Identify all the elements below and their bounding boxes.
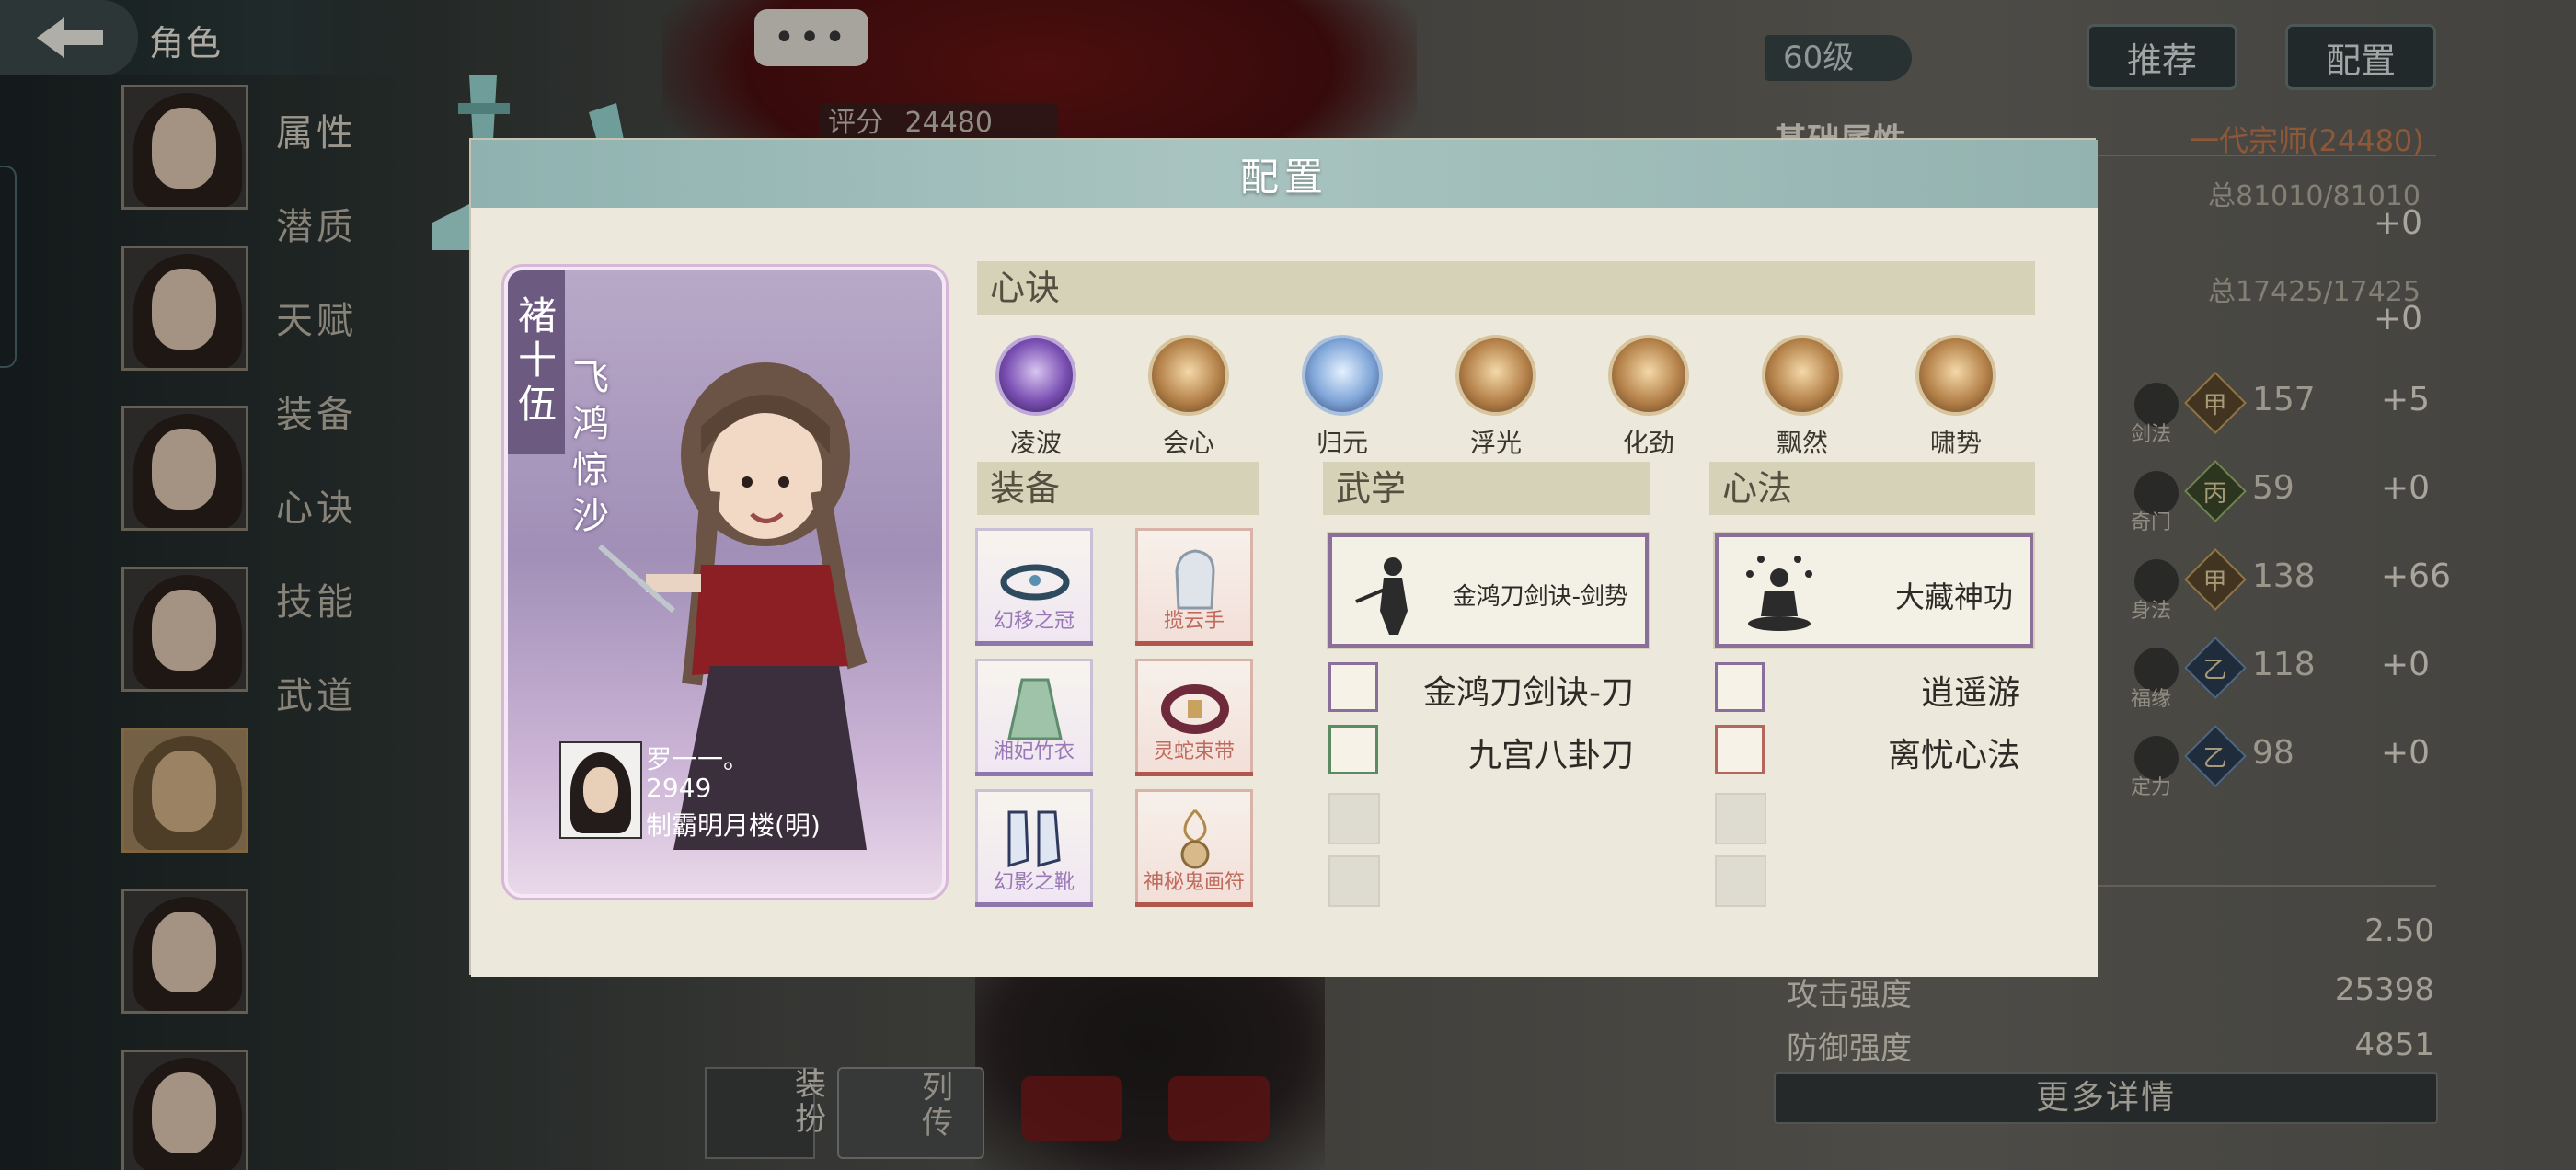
owner-avatar[interactable] <box>559 741 642 839</box>
glove-icon <box>1175 549 1215 610</box>
swordsman-icon <box>1355 557 1408 635</box>
character-card: 褚十伍 飞鸿惊沙 罗一一。 2949 制霸明月楼(明) <box>504 267 946 898</box>
xinfa-sub-name: 逍遥游 <box>1920 674 2020 712</box>
equipment-name: 湘妃竹衣 <box>993 740 1075 763</box>
xinfa-main-skill[interactable]: 大藏神功 <box>1713 532 2035 649</box>
huixin-icon <box>1148 335 1229 416</box>
empty-skill-slot[interactable] <box>1328 793 1380 844</box>
xinfa-sub-name: 离忧心法 <box>1887 737 2020 774</box>
empty-skill-slot[interactable] <box>1715 855 1766 907</box>
equipment-name: 神秘鬼画符 <box>1143 871 1245 894</box>
wuxue-sub-name: 九宫八卦刀 <box>1467 737 1634 774</box>
equipment-name: 灵蛇束带 <box>1153 740 1235 763</box>
guiyuan-icon <box>1302 335 1383 416</box>
xinjue-item-fuguang[interactable]: 浮光 <box>1445 335 1547 460</box>
equipment-name: 幻移之冠 <box>993 610 1075 633</box>
robe-icon <box>1007 678 1063 740</box>
xinjue-item-xiaoshi[interactable]: 啸势 <box>1905 335 2007 460</box>
equipment-slot-belt[interactable]: 灵蛇束带 <box>1135 659 1253 776</box>
equipment-name: 揽云手 <box>1163 610 1225 633</box>
talisman-icon <box>1180 809 1210 869</box>
modal-header: 配置 <box>471 140 2098 208</box>
meditating-monk-icon <box>1746 556 1812 631</box>
equipment-name: 幻影之靴 <box>993 871 1075 894</box>
wuxue-main-name: 金鸿刀剑诀-剑势 <box>1452 583 1628 611</box>
meditation-art-icon[interactable] <box>1715 725 1765 774</box>
owner-power: 2949 <box>646 773 712 803</box>
xiaoshi-icon <box>1915 335 1996 416</box>
equipment-slot-accessory[interactable]: 神秘鬼画符 <box>1135 789 1253 907</box>
equipment-slot-boots[interactable]: 幻影之靴 <box>975 789 1093 907</box>
xinjue-label: 飘然 <box>1776 428 1828 458</box>
blade-art-icon[interactable] <box>1328 725 1378 774</box>
owner-name: 罗一一。 <box>646 744 750 774</box>
empty-skill-slot[interactable] <box>1715 793 1766 844</box>
sword-art-icon[interactable] <box>1328 662 1378 712</box>
equipment-slot-hands[interactable]: 揽云手 <box>1135 528 1253 646</box>
xinjue-label: 会心 <box>1162 428 1214 458</box>
xinjue-item-huixin[interactable]: 会心 <box>1138 335 1239 460</box>
xinjue-label: 化劲 <box>1622 428 1674 458</box>
xinjue-item-guiyuan[interactable]: 归元 <box>1292 335 1393 460</box>
xinjue-label: 浮光 <box>1469 428 1522 458</box>
huajin-icon <box>1608 335 1689 416</box>
character-title: 飞鸿惊沙 <box>572 357 609 537</box>
xinfa-section-header: 心法 <box>1709 462 2035 515</box>
dance-art-icon[interactable] <box>1715 662 1765 712</box>
xinjue-label: 啸势 <box>1929 428 1982 458</box>
xinjue-label: 归元 <box>1316 428 1368 458</box>
wuxue-main-skill[interactable]: 金鸿刀剑诀-剑势 <box>1327 532 1650 649</box>
boots-icon <box>1007 810 1061 868</box>
empty-skill-slot[interactable] <box>1328 855 1380 907</box>
wuxue-sub-name: 金鸿刀剑诀-刀 <box>1423 674 1634 712</box>
equipment-slot-body[interactable]: 湘妃竹衣 <box>975 659 1093 776</box>
piaoran-icon <box>1762 335 1843 416</box>
belt-icon <box>1161 684 1229 734</box>
xinjue-label: 凌波 <box>1009 428 1062 458</box>
equipment-section-header: 装备 <box>977 462 1259 515</box>
xinjue-item-piaoran[interactable]: 飘然 <box>1752 335 1853 460</box>
xinjue-item-huajin[interactable]: 化劲 <box>1598 335 1699 460</box>
xinjue-item-lingbo[interactable]: 凌波 <box>985 335 1087 460</box>
xinjue-section-header: 心诀 <box>977 261 2035 315</box>
xinfa-main-name: 大藏神功 <box>1894 579 2013 614</box>
owner-guild: 制霸明月楼(明) <box>646 810 821 841</box>
equipment-slot-head[interactable]: 幻移之冠 <box>975 528 1093 646</box>
wuxue-section-header: 武学 <box>1323 462 1650 515</box>
fuguang-icon <box>1455 335 1536 416</box>
modal-title: 配置 <box>1239 154 1328 200</box>
character-name: 褚十伍 <box>517 293 557 427</box>
crown-icon <box>1000 564 1070 601</box>
lingbo-icon <box>995 335 1076 416</box>
